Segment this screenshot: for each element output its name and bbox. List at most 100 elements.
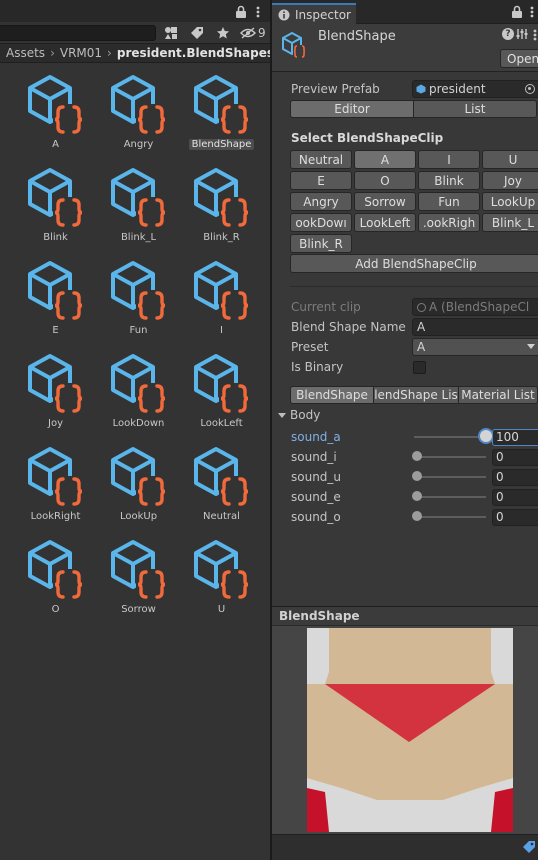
asset-label: Blink_L <box>120 232 157 243</box>
clip-button-i[interactable]: I <box>418 150 480 169</box>
search-by-type-icon[interactable] <box>160 23 182 43</box>
is-binary-checkbox[interactable] <box>413 360 426 374</box>
clip-button-neutral[interactable]: Neutral <box>290 150 352 169</box>
asset-item-joy[interactable]: Joy <box>14 347 97 440</box>
asset-label: BlendShape <box>188 139 255 150</box>
current-clip-label: Current clip <box>291 300 361 314</box>
asset-item-blink-l[interactable]: Blink_L <box>97 161 180 254</box>
asset-item-i[interactable]: I <box>180 254 263 347</box>
clip-button-lookup[interactable]: LookUp <box>482 192 538 211</box>
asset-label-icon[interactable] <box>522 840 536 854</box>
hidden-packages-toggle[interactable]: 9 <box>240 24 266 42</box>
divider <box>290 286 538 287</box>
slider-thumb[interactable] <box>412 451 422 461</box>
slider-track[interactable] <box>414 516 486 518</box>
breadcrumb-item-vrm01[interactable]: VRM01 <box>60 46 102 60</box>
slider-row-sound-e: sound_e 0 <box>272 487 538 507</box>
project-panel: 9 Assets › VRM01 › president.BlendShapes… <box>0 0 270 860</box>
slider-label: sound_a <box>291 430 341 444</box>
asset-item-u[interactable]: U <box>180 533 263 626</box>
slider-track[interactable] <box>414 476 486 478</box>
asset-item-neutral[interactable]: Neutral <box>180 440 263 533</box>
clip-button-ookrigh[interactable]: .ookRigh <box>418 213 480 232</box>
asset-item-lookright[interactable]: LookRight <box>14 440 97 533</box>
asset-item-e[interactable]: E <box>14 254 97 347</box>
body-foldout[interactable]: Body <box>278 408 320 422</box>
clip-button-joy[interactable]: Joy <box>482 171 538 190</box>
slider-value-input[interactable]: 0 <box>492 468 538 486</box>
help-icon[interactable]: ? <box>502 28 514 40</box>
lock-icon[interactable] <box>510 5 524 19</box>
open-button[interactable]: Open <box>500 49 538 68</box>
slider-thumb[interactable] <box>412 491 422 501</box>
slider-value-input[interactable]: 0 <box>492 508 538 526</box>
blendshapeclip-asset-icon <box>110 168 168 228</box>
object-picker-icon <box>417 302 426 312</box>
slider-track[interactable] <box>414 436 486 438</box>
asset-item-lookdown[interactable]: LookDown <box>97 347 180 440</box>
blendshapeclip-asset-icon <box>27 261 85 321</box>
add-blendshapeclip-button[interactable]: Add BlendShapeClip <box>290 254 538 273</box>
clip-button-sorrow[interactable]: Sorrow <box>354 192 416 211</box>
preview-prefab-label: Preview Prefab <box>291 82 380 96</box>
asset-label: U <box>217 604 226 615</box>
slider-value-input[interactable]: 0 <box>492 488 538 506</box>
asset-item-blink[interactable]: Blink <box>14 161 97 254</box>
clip-button-lookleft[interactable]: LookLeft <box>354 213 416 232</box>
clip-button-angry[interactable]: Angry <box>290 192 352 211</box>
slider-track[interactable] <box>414 496 486 498</box>
asset-label: Blink_R <box>203 232 240 243</box>
clip-button-fun[interactable]: Fun <box>418 192 480 211</box>
object-picker-icon[interactable] <box>525 84 535 94</box>
more-options-icon[interactable] <box>254 4 262 20</box>
asset-title: BlendShape <box>318 29 396 44</box>
slider-track[interactable] <box>414 456 486 458</box>
preview-area[interactable] <box>272 626 538 834</box>
asset-item-lookleft[interactable]: LookLeft <box>180 347 263 440</box>
preset-sliders-icon[interactable] <box>516 27 528 41</box>
asset-item-blink-r[interactable]: Blink_R <box>180 161 263 254</box>
asset-item-fun[interactable]: Fun <box>97 254 180 347</box>
asset-item-o[interactable]: O <box>14 533 97 626</box>
tab-list[interactable]: List <box>413 100 537 118</box>
clip-button-u[interactable]: U <box>482 150 538 169</box>
clip-button-blink-l[interactable]: Blink_L <box>482 213 538 232</box>
clip-button-ookdow[interactable]: ookDowı <box>290 213 352 232</box>
subtab-blendshape[interactable]: BlendShape <box>290 386 374 404</box>
slider-row-sound-i: sound_i 0 <box>272 447 538 467</box>
tab-inspector[interactable]: Inspector <box>272 3 356 24</box>
clip-button-e[interactable]: E <box>290 171 352 190</box>
asset-item-a[interactable]: A <box>14 68 97 161</box>
asset-item-sorrow[interactable]: Sorrow <box>97 533 180 626</box>
breadcrumb-item-current[interactable]: president.BlendShapes <box>117 46 270 60</box>
mode-tabs: Editor List <box>290 100 537 118</box>
slider-thumb[interactable] <box>480 430 492 442</box>
tab-editor[interactable]: Editor <box>290 100 414 118</box>
asset-item-lookup[interactable]: LookUp <box>97 440 180 533</box>
more-options-icon[interactable] <box>531 27 538 43</box>
slider-thumb[interactable] <box>412 471 422 481</box>
preview-prefab-field[interactable]: president <box>412 80 538 98</box>
asset-label: LookLeft <box>200 418 243 429</box>
preset-dropdown[interactable]: A <box>412 338 538 356</box>
slider-value-input[interactable]: 0 <box>492 448 538 466</box>
asset-label: Neutral <box>203 511 240 522</box>
asset-item-angry[interactable]: Angry <box>97 68 180 161</box>
slider-value-input[interactable]: 100 <box>492 428 538 446</box>
search-input[interactable] <box>0 25 156 41</box>
clip-button-a[interactable]: A <box>354 150 416 169</box>
asset-item-blendshape[interactable]: BlendShape <box>180 68 263 161</box>
search-by-label-icon[interactable] <box>186 23 208 43</box>
clip-button-blink[interactable]: Blink <box>418 171 480 190</box>
asset-label: Fun <box>129 325 148 336</box>
more-options-icon[interactable] <box>528 4 536 20</box>
favorite-star-icon[interactable] <box>212 23 234 43</box>
clip-button-o[interactable]: O <box>354 171 416 190</box>
subtab-lendshape-lis[interactable]: lendShape Lis <box>373 386 459 404</box>
clip-button-blink-r[interactable]: Blink_R <box>290 234 352 253</box>
breadcrumb-item-assets[interactable]: Assets <box>6 46 45 60</box>
lock-icon[interactable] <box>234 5 248 19</box>
slider-thumb[interactable] <box>412 511 422 521</box>
blend-shape-name-input[interactable]: A <box>412 318 538 336</box>
subtab-material-list[interactable]: Material List <box>458 386 538 404</box>
